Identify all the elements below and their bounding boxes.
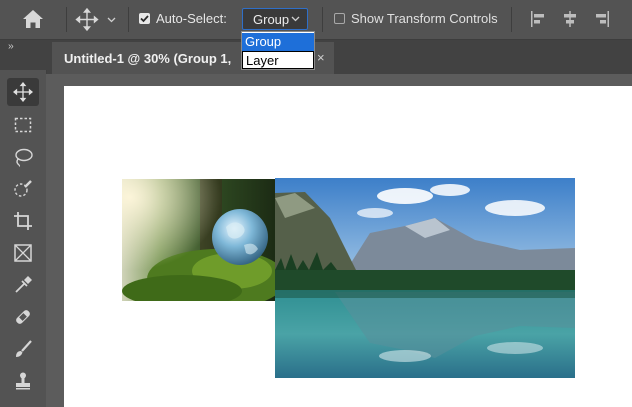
lake-mountain-photo: [275, 178, 575, 378]
chevron-down-icon: [291, 16, 300, 22]
healing-brush-tool[interactable]: [7, 303, 39, 331]
clone-stamp-tool[interactable]: [7, 367, 39, 395]
home-button[interactable]: [12, 7, 54, 32]
align-center-icon: [564, 11, 576, 27]
show-transform-controls-label: Show Transform Controls: [351, 11, 498, 26]
healing-brush-icon: [16, 310, 30, 324]
move-tool-icon: [13, 82, 33, 102]
marquee-icon: [14, 117, 32, 133]
dropdown-option-group[interactable]: Group: [242, 33, 314, 51]
collapse-panel-icon[interactable]: ››: [8, 41, 14, 52]
separator: [66, 7, 67, 32]
checkmark-icon: [140, 15, 149, 23]
move-tool[interactable]: [7, 78, 39, 106]
auto-select-checkbox[interactable]: [139, 13, 150, 24]
options-bar: Auto-Select: Group Show Transform Contro…: [0, 0, 632, 40]
align-left-icon: [531, 11, 544, 27]
move-tool-preset-button[interactable]: [74, 7, 120, 32]
home-icon: [23, 10, 43, 28]
separator: [128, 7, 129, 32]
separator: [511, 7, 512, 32]
frame-tool[interactable]: [7, 239, 39, 267]
crop-icon: [14, 212, 32, 230]
close-tab-icon[interactable]: ×: [317, 50, 325, 65]
frame-icon: [14, 244, 32, 262]
show-transform-controls-checkbox[interactable]: [334, 13, 345, 24]
move-icon: [75, 7, 116, 32]
tools-panel: [0, 70, 47, 407]
quick-select-tool[interactable]: [7, 175, 39, 203]
quick-select-icon: [14, 180, 32, 197]
align-center-button[interactable]: [560, 9, 580, 29]
lasso-icon: [15, 148, 33, 167]
brush-icon: [16, 340, 32, 357]
document-tab-title: Untitled-1 @ 30% (Group 1,: [64, 51, 232, 66]
align-right-icon: [596, 11, 609, 27]
auto-select-label: Auto-Select:: [156, 11, 227, 26]
marquee-tool[interactable]: [7, 111, 39, 139]
eyedropper-icon: [15, 276, 32, 293]
stamp-icon: [16, 372, 30, 390]
eyedropper-tool[interactable]: [7, 271, 39, 299]
align-left-button[interactable]: [528, 9, 548, 29]
forest-globe-photo: [122, 179, 275, 301]
auto-select-dropdown[interactable]: Group: [242, 8, 308, 30]
align-right-button[interactable]: [592, 9, 612, 29]
separator: [322, 7, 323, 32]
crop-tool[interactable]: [7, 207, 39, 235]
chevron-down-icon: [107, 17, 116, 23]
lake-mountain-image-layer[interactable]: [275, 178, 575, 378]
forest-globe-image-layer[interactable]: [122, 179, 275, 301]
brush-tool[interactable]: [7, 335, 39, 363]
auto-select-dropdown-list: Group Layer: [241, 31, 315, 70]
auto-select-value: Group: [253, 12, 290, 27]
dropdown-option-layer[interactable]: Layer: [242, 51, 314, 69]
lasso-tool[interactable]: [7, 143, 39, 171]
